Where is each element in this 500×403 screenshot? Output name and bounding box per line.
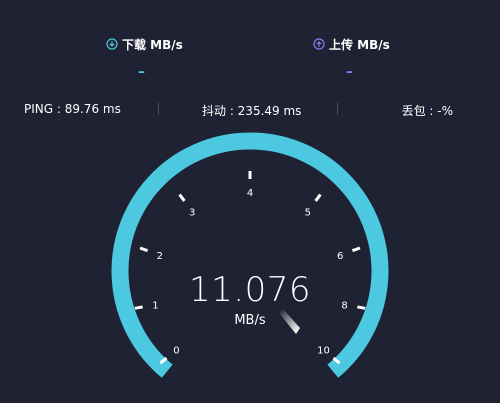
gauge-tick-label: 6: [337, 251, 343, 262]
gauge-tick-label: 0: [173, 346, 179, 357]
gauge-tick: [351, 246, 361, 253]
gauge-tick: [139, 246, 149, 253]
gauge-tick-label: 2: [157, 251, 163, 262]
gauge-tick: [314, 193, 322, 202]
gauge-tick: [178, 193, 186, 202]
speed-gauge: 0123456810: [111, 132, 389, 378]
gauge-tick-label: 10: [317, 346, 330, 357]
gauge-tick-label: 4: [247, 188, 253, 199]
gauge-tick-label: 5: [305, 207, 311, 218]
speed-unit: MB/s: [234, 313, 266, 328]
gauge-tick-label: 3: [189, 207, 195, 218]
speed-value: 11.076: [189, 270, 311, 310]
